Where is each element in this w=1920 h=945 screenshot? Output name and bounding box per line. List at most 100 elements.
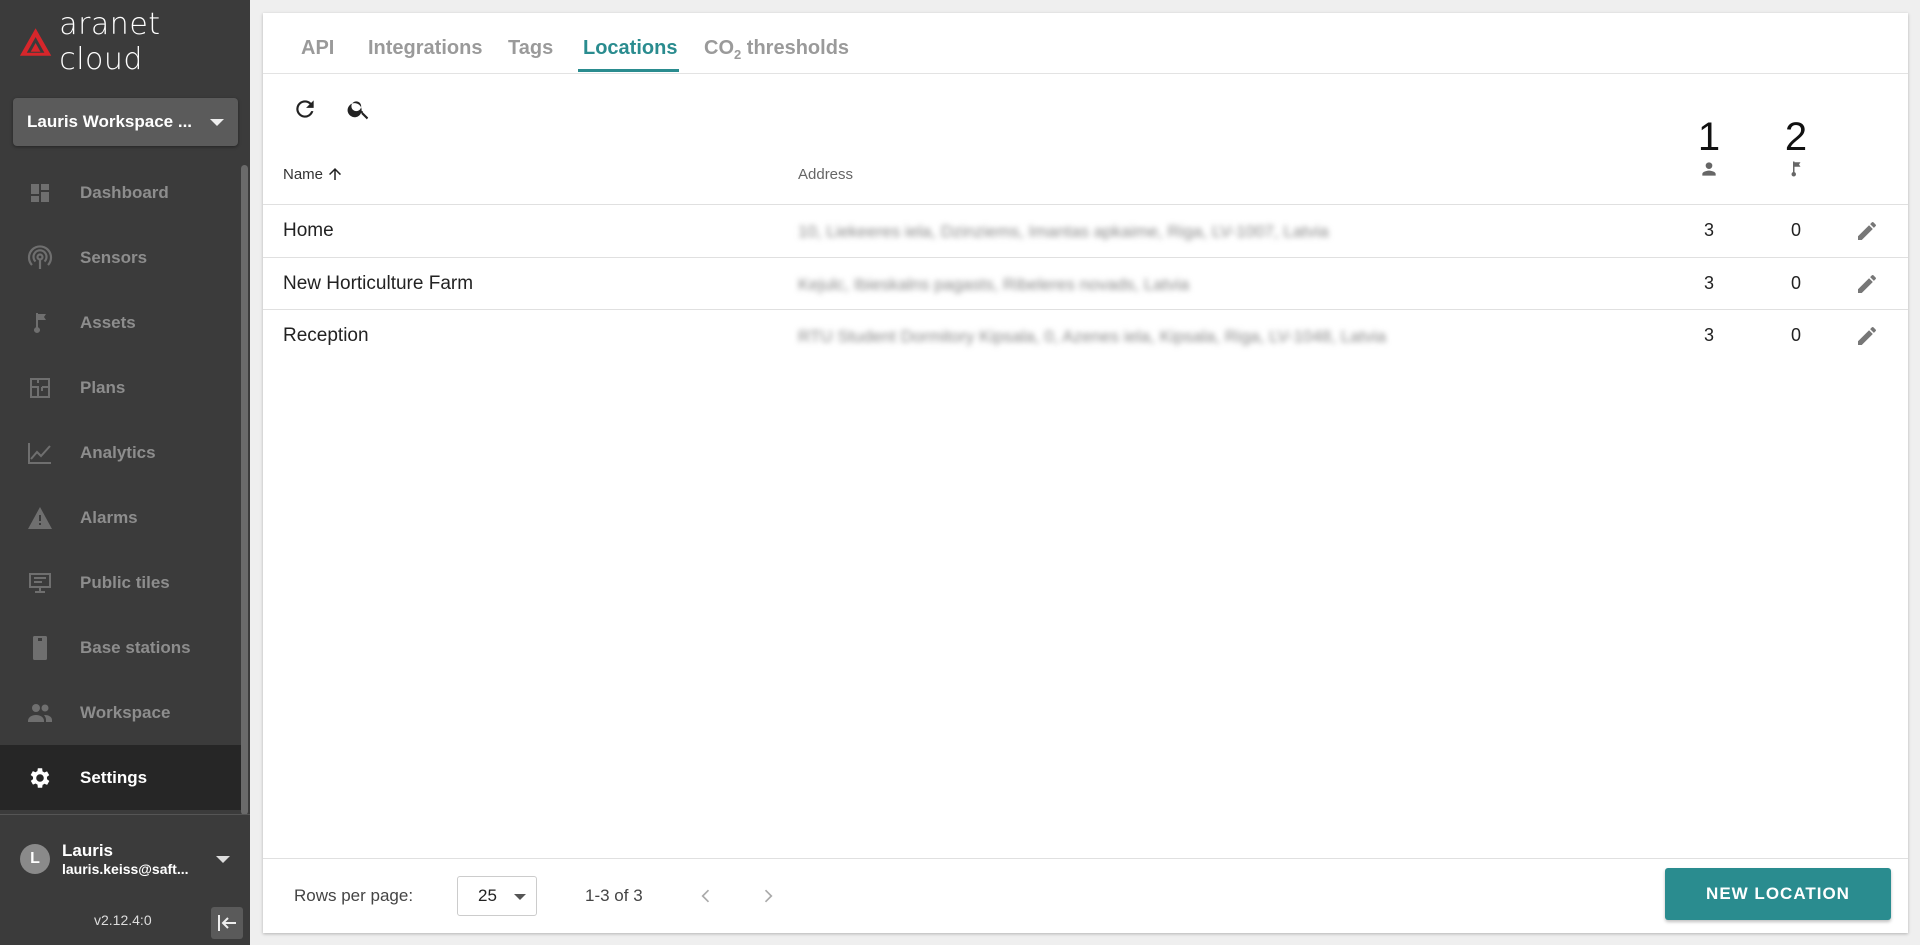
divider [0,814,250,815]
refresh-icon [296,100,314,118]
user-email: lauris.keiss@saft... [62,860,189,877]
table-row[interactable]: New Horticulture Farm Kejulc, Ibieskalns… [263,257,1908,310]
sidebar: aranet cloud Lauris Workspace ... Dashbo… [0,0,250,945]
tab-locations[interactable]: Locations [583,37,677,60]
sidebar-item-alarms[interactable]: Alarms [0,485,244,550]
sidebar-item-label: Base stations [80,637,191,657]
users-column-number: 1 [1697,115,1721,159]
sidebar-item-label: Alarms [80,507,138,527]
row-users-count: 3 [1703,273,1714,293]
table-footer: Rows per page: 25 1-3 of 3 NEW LOCATION [263,858,1908,934]
pagination-range: 1-3 of 3 [585,886,643,905]
tab-co2-prefix: CO [704,37,734,59]
base-station-icon [27,635,53,661]
sidebar-item-analytics[interactable]: Analytics [0,420,244,485]
sidebar-item-label: Analytics [80,442,156,462]
app-version: v2.12.4:0 [94,912,152,928]
tab-tags[interactable]: Tags [508,37,553,60]
refresh-button[interactable] [287,91,323,127]
analytics-icon [27,440,53,466]
rows-per-page-select[interactable]: 25 [457,876,537,916]
assets-column-number: 2 [1784,115,1808,159]
tab-co2-suffix: thresholds [741,37,850,59]
workspace-select[interactable]: Lauris Workspace ... [13,98,238,146]
table-row[interactable]: Home 10, Liekeeres iela, Dzinziems, Iman… [263,204,1908,257]
sidebar-item-public-tiles[interactable]: Public tiles [0,550,244,615]
workspace-name: Lauris Workspace ... [27,112,193,131]
row-name: Home [283,220,334,241]
tab-api[interactable]: API [301,37,334,60]
aranet-logo-icon [19,28,52,56]
chevron-left-icon [701,889,710,903]
sidebar-nav: Dashboard Sensors Assets Plans Analytics [0,160,244,810]
chevron-right-icon [764,889,773,903]
rows-per-page-label: Rows per page: [294,886,414,905]
sidebar-item-label: Sensors [80,247,148,267]
arrow-up-icon [329,168,342,180]
row-name: Reception [283,325,369,346]
sidebar-item-label: Plans [80,377,126,397]
collapse-icon [218,915,236,931]
edit-icon[interactable] [1855,324,1879,348]
row-assets-count: 0 [1790,325,1801,345]
asset-icon [1791,161,1801,177]
row-users-count: 3 [1703,325,1714,345]
chevron-down-icon [514,894,526,900]
chevron-down-icon[interactable] [216,856,230,863]
dashboard-icon [27,180,53,206]
column-header-name[interactable]: Name [283,165,344,183]
alarm-icon [27,505,53,531]
row-name: New Horticulture Farm [283,273,474,294]
column-header-address[interactable]: Address [798,166,853,183]
new-location-button[interactable]: NEW LOCATION [1665,868,1891,920]
sidebar-item-assets[interactable]: Assets [0,290,244,355]
sidebar-item-label: Settings [80,767,148,787]
sidebar-item-base-stations[interactable]: Base stations [0,615,244,680]
column-header-users[interactable]: 1 [1685,117,1733,184]
edit-icon[interactable] [1855,219,1879,243]
sensor-icon [27,244,53,271]
user-name: Lauris [62,840,114,860]
brand-name: aranet cloud [59,7,161,77]
sidebar-item-dashboard[interactable]: Dashboard [0,160,244,225]
workspace-icon [27,700,53,726]
avatar: L [20,843,50,874]
search-button[interactable] [341,91,377,127]
settings-card: API Integrations Tags Locations CO2 thre… [263,13,1908,933]
chevron-down-icon [210,118,224,126]
previous-page-button[interactable] [691,881,721,911]
sidebar-item-settings[interactable]: Settings [0,745,244,810]
sidebar-item-label: Assets [80,312,136,332]
search-icon [347,101,369,120]
column-header-assets[interactable]: 2 [1772,117,1820,185]
sidebar-item-label: Public tiles [80,572,170,592]
user-menu[interactable]: L Lauris lauris.keiss@saft... [0,816,250,901]
collapse-sidebar-button[interactable] [211,907,243,939]
public-tiles-icon [27,570,53,596]
sidebar-item-sensors[interactable]: Sensors [0,225,244,290]
sidebar-item-workspace[interactable]: Workspace [0,680,244,745]
row-address: 10, Liekeeres iela, Dzinziems, Imantas a… [798,222,1329,241]
row-address: RTU Student Dormitory Kipsala, 0, Azenes… [798,327,1387,346]
gear-icon [27,765,53,791]
row-address: Kejulc, Ibieskalns pagasts, Ribeleres no… [798,275,1190,294]
table-row[interactable]: Reception RTU Student Dormitory Kipsala,… [263,309,1908,362]
edit-icon[interactable] [1855,272,1879,296]
settings-tabs: API Integrations Tags Locations CO2 thre… [263,13,1908,74]
sidebar-scrollbar[interactable] [241,165,248,815]
sidebar-item-plans[interactable]: Plans [0,355,244,420]
column-label-name: Name [283,165,324,183]
row-assets-count: 0 [1790,273,1801,293]
row-users-count: 3 [1703,220,1714,240]
sidebar-item-label: Workspace [80,702,171,722]
active-tab-indicator [578,69,679,72]
row-assets-count: 0 [1790,220,1801,240]
next-page-button[interactable] [753,881,783,911]
sidebar-item-label: Dashboard [80,182,169,202]
asset-icon [27,310,53,336]
tab-integrations[interactable]: Integrations [368,37,482,60]
logo: aranet cloud [18,7,250,77]
tab-co2-thresholds[interactable]: CO2 thresholds [704,37,849,62]
person-icon [1702,162,1716,176]
plan-icon [27,375,53,401]
